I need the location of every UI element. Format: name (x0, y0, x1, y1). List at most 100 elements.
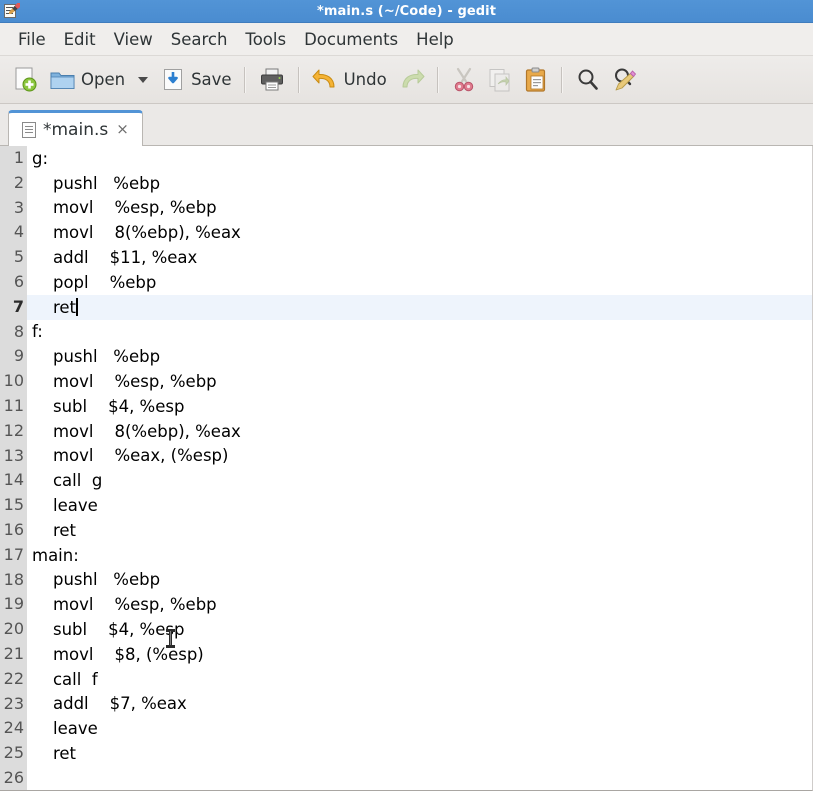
code-text[interactable]: movl 8(%ebp), %eax (27, 422, 812, 441)
code-line[interactable]: 1 g: (0, 146, 812, 171)
text-editor[interactable]: 1 g: 2 pushl %ebp 3 movl %esp, %ebp 4 movl 8… (0, 146, 813, 791)
menu-item-view[interactable]: View (105, 28, 162, 51)
menu-item-file[interactable]: File (9, 28, 55, 51)
line-number: 16 (0, 517, 27, 543)
gedit-icon (3, 3, 20, 19)
line-number: 13 (0, 443, 27, 469)
code-line[interactable]: 9 pushl %ebp (0, 344, 812, 370)
code-text[interactable]: subl $4, %esp (27, 620, 812, 639)
code-text[interactable]: pushl %ebp (27, 347, 812, 366)
code-line[interactable]: 6 popl %ebp (0, 269, 812, 295)
code-line[interactable]: 22 call f (0, 666, 812, 692)
open-button[interactable]: Open (44, 61, 130, 99)
code-text[interactable]: movl %esp, %ebp (27, 595, 812, 614)
code-text[interactable]: movl %esp, %ebp (27, 372, 812, 391)
save-button[interactable]: Save (156, 61, 237, 99)
code-line[interactable]: 24 leave (0, 716, 812, 742)
code-line[interactable]: 5 addl $11, %eax (0, 245, 812, 270)
code-text[interactable]: main: (27, 546, 812, 565)
document-icon (22, 121, 36, 138)
redo-arrow-icon (402, 69, 425, 87)
save-icon (164, 68, 183, 90)
toolbar-separator-1 (243, 66, 246, 93)
code-text[interactable]: ret (27, 297, 812, 317)
line-number: 4 (0, 220, 27, 246)
code-line[interactable]: 8 f: (0, 319, 812, 345)
code-line[interactable]: 18 pushl %ebp (0, 567, 812, 593)
print-button[interactable] (253, 61, 291, 99)
code-line[interactable]: 7 ret (0, 294, 812, 320)
code-text[interactable]: movl %eax, (%esp) (27, 446, 812, 465)
line-number: 2 (0, 170, 27, 196)
tab-close-button[interactable]: × (115, 122, 130, 137)
code-text[interactable]: f: (27, 322, 812, 341)
text-caret (76, 297, 78, 316)
code-line[interactable]: 10 movl %esp, %ebp (0, 369, 812, 394)
code-text[interactable]: pushl %ebp (27, 570, 812, 589)
line-number: 14 (0, 468, 27, 494)
line-number: 7 (0, 294, 27, 320)
line-number: 8 (0, 319, 27, 345)
line-number: 11 (0, 393, 27, 419)
code-line[interactable]: 2 pushl %ebp (0, 170, 812, 196)
line-number: 5 (0, 245, 27, 270)
find-replace-icon (614, 68, 636, 90)
code-text[interactable]: movl $8, (%esp) (27, 645, 812, 664)
code-text[interactable]: leave (27, 496, 812, 515)
printer-icon (260, 68, 283, 90)
paste-button[interactable] (518, 61, 554, 99)
copy-button[interactable] (482, 61, 518, 99)
code-line[interactable]: 26 (0, 765, 812, 790)
code-text[interactable]: call g (27, 471, 812, 490)
code-text[interactable]: subl $4, %esp (27, 397, 812, 416)
code-text[interactable]: g: (27, 149, 812, 168)
code-text[interactable]: popl %ebp (27, 273, 812, 292)
code-line[interactable]: 20 subl $4, %esp (0, 617, 812, 642)
code-text[interactable]: leave (27, 719, 812, 738)
code-text[interactable]: ret (27, 744, 812, 763)
save-button-label: Save (191, 70, 232, 89)
code-text[interactable]: movl %esp, %ebp (27, 198, 812, 217)
code-line[interactable]: 4 movl 8(%ebp), %eax (0, 220, 812, 246)
window-title: *main.s (~/Code) - gedit (316, 3, 497, 19)
code-text[interactable]: pushl %ebp (27, 174, 812, 193)
menu-item-documents[interactable]: Documents (295, 28, 407, 51)
code-line[interactable]: 14 call g (0, 468, 812, 494)
code-text[interactable]: addl $7, %eax (27, 694, 812, 713)
open-dropdown-button[interactable] (130, 61, 156, 99)
code-line[interactable]: 19 movl %esp, %ebp (0, 592, 812, 618)
code-line[interactable]: 15 leave (0, 493, 812, 518)
menu-bar: File Edit View Search Tools Documents He… (0, 23, 813, 56)
open-folder-icon (50, 72, 75, 89)
code-text[interactable]: call f (27, 670, 812, 689)
code-line[interactable]: 25 ret (0, 741, 812, 766)
code-line[interactable]: 12 movl 8(%ebp), %eax (0, 418, 812, 444)
line-number: 24 (0, 716, 27, 742)
code-text[interactable]: movl 8(%ebp), %eax (27, 223, 812, 242)
menu-item-help[interactable]: Help (407, 28, 463, 51)
clipboard-icon (525, 67, 545, 92)
tab-bar: *main.s × (0, 104, 813, 146)
code-area[interactable]: 1 g: 2 pushl %ebp 3 movl %esp, %ebp 4 movl 8… (0, 146, 812, 790)
code-line[interactable]: 16 ret (0, 517, 812, 543)
replace-button[interactable] (606, 61, 644, 99)
redo-button[interactable] (392, 61, 430, 99)
menu-item-search[interactable]: Search (162, 28, 237, 51)
code-line[interactable]: 17 main: (0, 542, 812, 568)
undo-button[interactable]: Undo (307, 61, 392, 99)
code-text[interactable]: addl $11, %eax (27, 248, 812, 267)
code-line[interactable]: 13 movl %eax, (%esp) (0, 443, 812, 469)
new-document-button[interactable] (8, 61, 44, 99)
code-line[interactable]: 11 subl $4, %esp (0, 393, 812, 419)
menu-item-tools[interactable]: Tools (236, 28, 295, 51)
toolbar-separator-3 (436, 66, 439, 93)
menu-item-edit[interactable]: Edit (55, 28, 105, 51)
find-button[interactable] (570, 61, 606, 99)
code-line[interactable]: 21 movl $8, (%esp) (0, 641, 812, 667)
code-line[interactable]: 3 movl %esp, %ebp (0, 195, 812, 221)
code-text[interactable]: ret (27, 521, 812, 540)
cut-button[interactable] (446, 61, 482, 99)
line-number: 9 (0, 344, 27, 370)
tab-main-s[interactable]: *main.s × (8, 110, 143, 146)
code-line[interactable]: 23 addl $7, %eax (0, 691, 812, 717)
